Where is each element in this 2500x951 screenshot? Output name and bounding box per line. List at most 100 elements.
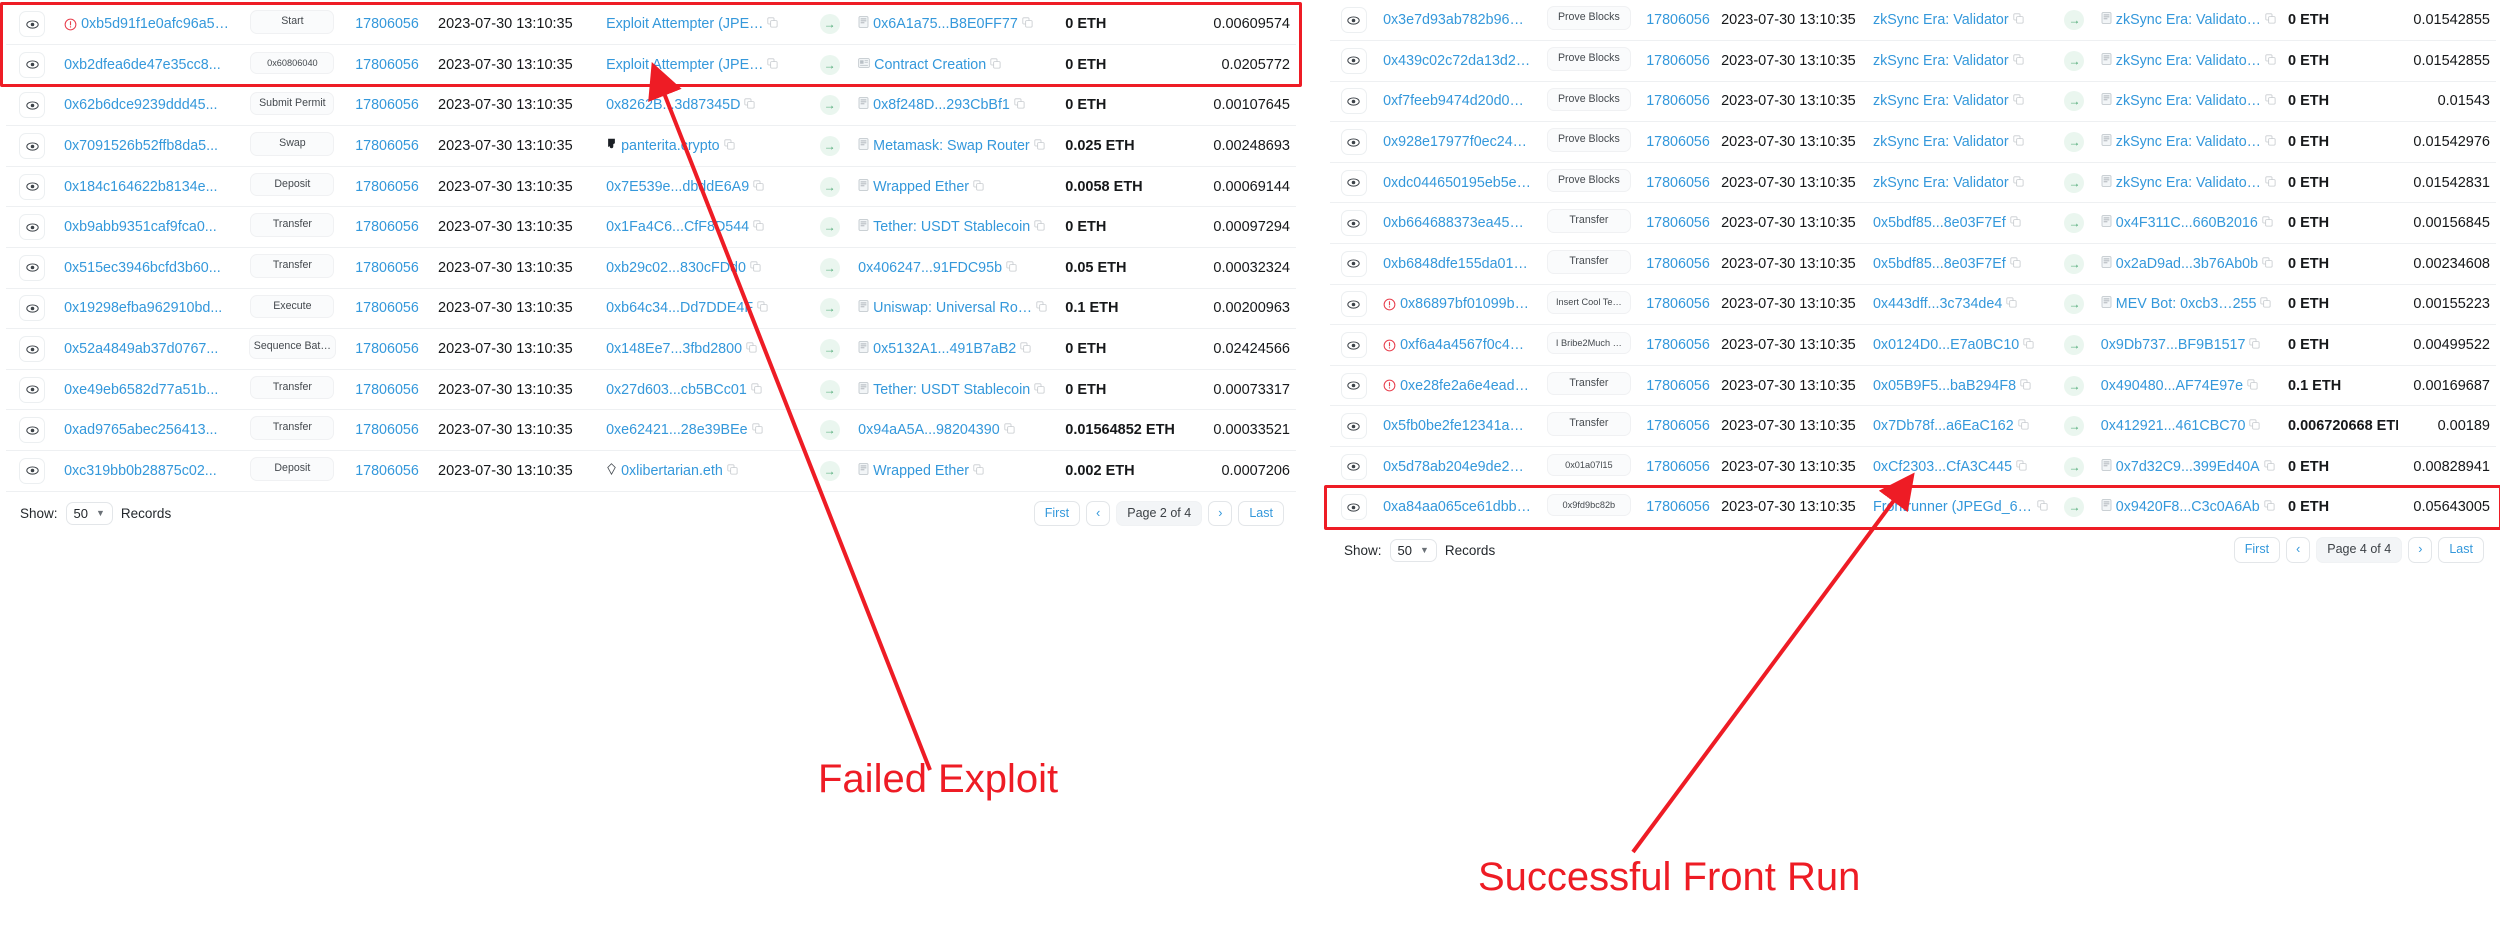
eye-icon[interactable] [1340,453,1367,480]
copy-icon[interactable] [2013,12,2024,28]
to-address-cell[interactable]: Contract Creation [852,44,1060,86]
from-address-cell[interactable]: 0x7E539e...dbddE6A9 [600,166,808,208]
copy-icon[interactable] [724,138,735,154]
copy-icon[interactable] [1022,16,1033,32]
left-next-page-button[interactable]: › [1208,500,1233,527]
to-address-cell[interactable]: Uniswap: Universal Ro… [852,288,1060,330]
copy-icon[interactable] [2265,93,2276,109]
from-address-cell[interactable]: 0x05B9F5...baB294F8 [1866,365,2055,407]
from-address-cell[interactable]: 0xe62421...28e39BEe [600,409,808,452]
block-link[interactable]: 17806056 [355,219,419,235]
to-address-link[interactable]: 0x9420F8...C3c0A6Ab [2116,499,2260,515]
block-link[interactable]: 17806056 [355,179,419,195]
copy-icon[interactable] [2247,378,2258,394]
block-link[interactable]: 17806056 [1646,296,1710,312]
table-row[interactable]: 0xb9abb9351caf9fca0... Transfer 17806056 20… [6,206,1296,249]
eye-icon[interactable] [1340,47,1367,74]
eye-icon[interactable] [1340,413,1367,440]
copy-icon[interactable] [753,219,764,235]
eye-icon[interactable] [19,11,46,38]
txn-hash-cell[interactable]: 0x5d78ab204e9de219f... [1377,446,1538,488]
txn-hash-link[interactable]: 0x19298efba962910bd... [64,300,222,316]
copy-icon[interactable] [2010,256,2021,272]
from-address-link[interactable]: 0x443dff...3c734de4 [1873,296,2002,312]
eye-icon[interactable] [19,173,46,200]
to-address-link[interactable]: Tether: USDT Stablecoin [873,382,1030,398]
to-address-link[interactable]: zkSync Era: Validator Ti… [2116,53,2261,69]
txn-hash-cell[interactable]: 0x86897bf01099b785c... [1377,284,1538,326]
txn-hash-cell[interactable]: 0xb664688373ea4574f... [1377,202,1538,245]
block-link[interactable]: 17806056 [355,138,419,154]
txn-hash-cell[interactable]: 0x515ec3946bcfd3b60... [58,247,236,289]
txn-hash-cell[interactable]: 0xdc044650195eb5eff... [1377,162,1538,204]
from-address-link[interactable]: Exploit Attempter (JPE… [606,16,763,32]
row-preview-cell[interactable] [1330,446,1378,488]
table-row[interactable]: 0x62b6dce9239ddd45... Submit Permit 178060… [6,85,1296,127]
table-row[interactable]: 0xf7feeb9474d20d0a1... Prove Blocks 178060… [1330,81,2496,123]
row-preview-cell[interactable] [6,44,59,86]
copy-icon[interactable] [2262,256,2273,272]
from-address-cell[interactable]: 0x5bdf85...8e03F7Ef [1866,202,2055,245]
row-preview-cell[interactable] [6,409,59,452]
row-preview-cell[interactable] [1330,487,1378,529]
txn-hash-link[interactable]: 0xb6848dfe155da01de... [1383,256,1531,272]
row-preview-cell[interactable] [6,450,59,492]
to-address-cell[interactable]: Tether: USDT Stablecoin [852,369,1060,411]
block-cell[interactable]: 17806056 [349,125,433,167]
right-prev-page-button[interactable]: ‹ [2286,537,2311,563]
txn-hash-cell[interactable]: 0xb6848dfe155da01de... [1377,243,1538,285]
eye-icon[interactable] [19,457,46,484]
block-link[interactable]: 17806056 [355,97,419,113]
block-cell[interactable]: 17806056 [1640,446,1716,488]
copy-icon[interactable] [973,463,984,479]
to-address-cell[interactable]: 0x4F311C...660B2016 [2094,202,2282,245]
to-address-link[interactable]: 0x2aD9ad...3b76Ab0b [2116,256,2258,272]
from-address-link[interactable]: 0x0124D0...E7a0BC10 [1873,337,2019,353]
table-row[interactable]: 0x86897bf01099b785c... Insert Cool Te… 178… [1330,284,2496,326]
txn-hash-cell[interactable]: 0xc319bb0b28875c02... [58,450,236,492]
to-address-cell[interactable]: 0x8f248D...293CbBf1 [852,85,1060,127]
eye-icon[interactable] [1340,7,1367,34]
copy-icon[interactable] [1034,219,1045,235]
from-address-link[interactable]: zkSync Era: Validator [1873,53,2009,69]
copy-icon[interactable] [973,179,984,195]
table-row[interactable]: 0x5d78ab204e9de219f... 0x01a07l15 17806056… [1330,446,2496,488]
to-address-cell[interactable]: 0x412921...461CBC70 [2094,405,2282,448]
copy-icon[interactable] [2013,93,2024,109]
from-address-cell[interactable]: 0x27d603...cb5BCc01 [600,369,808,411]
block-link[interactable]: 17806056 [1646,256,1710,272]
txn-hash-cell[interactable]: 0xb5d91f1e0afc96a52... [58,4,236,46]
block-link[interactable]: 17806056 [1646,12,1710,28]
txn-hash-link[interactable]: 0x3e7d93ab782b9683... [1383,12,1531,28]
block-cell[interactable]: 17806056 [349,247,433,289]
from-address-link[interactable]: 0xCf2303...CfA3C445 [1873,459,2012,475]
txn-hash-link[interactable]: 0xc319bb0b28875c02... [64,463,217,479]
txn-hash-link[interactable]: 0xa84aa065ce61dbb1... [1383,499,1531,515]
row-preview-cell[interactable] [1330,324,1378,366]
block-link[interactable]: 17806056 [1646,93,1710,109]
copy-icon[interactable] [767,16,778,32]
row-preview-cell[interactable] [6,328,59,370]
to-address-link[interactable]: 0x94aA5A...98204390 [858,422,1000,438]
row-preview-cell[interactable] [6,166,59,208]
table-row[interactable]: 0xe49eb6582d77a51b... Transfer 17806056 202… [6,369,1296,411]
to-address-cell[interactable]: zkSync Era: Validator Ti… [2094,162,2282,204]
txn-hash-cell[interactable]: 0xad9765abec256413... [58,409,236,452]
txn-hash-cell[interactable]: 0x184c164622b8134e... [58,166,236,208]
block-link[interactable]: 17806056 [355,300,419,316]
to-address-link[interactable]: 0x406247...91FDC95b [858,260,1002,276]
txn-hash-cell[interactable]: 0x5fb0be2fe12341abc... [1377,405,1538,448]
block-link[interactable]: 17806056 [1646,53,1710,69]
from-address-link[interactable]: 0x8262B...3d87345D [606,97,740,113]
copy-icon[interactable] [2249,337,2260,353]
txn-hash-link[interactable]: 0x62b6dce9239ddd45... [64,97,217,113]
txn-hash-link[interactable]: 0x928e17977f0ec2438... [1383,134,1531,150]
block-link[interactable]: 17806056 [355,422,419,438]
from-address-cell[interactable]: zkSync Era: Validator [1866,40,2055,82]
eye-icon[interactable] [1340,210,1367,237]
copy-icon[interactable] [744,97,755,113]
from-address-link[interactable]: 0xe62421...28e39BEe [606,422,748,438]
txn-hash-cell[interactable]: 0xe49eb6582d77a51b... [58,369,236,411]
block-cell[interactable]: 17806056 [349,44,433,86]
block-cell[interactable]: 17806056 [1640,40,1716,82]
